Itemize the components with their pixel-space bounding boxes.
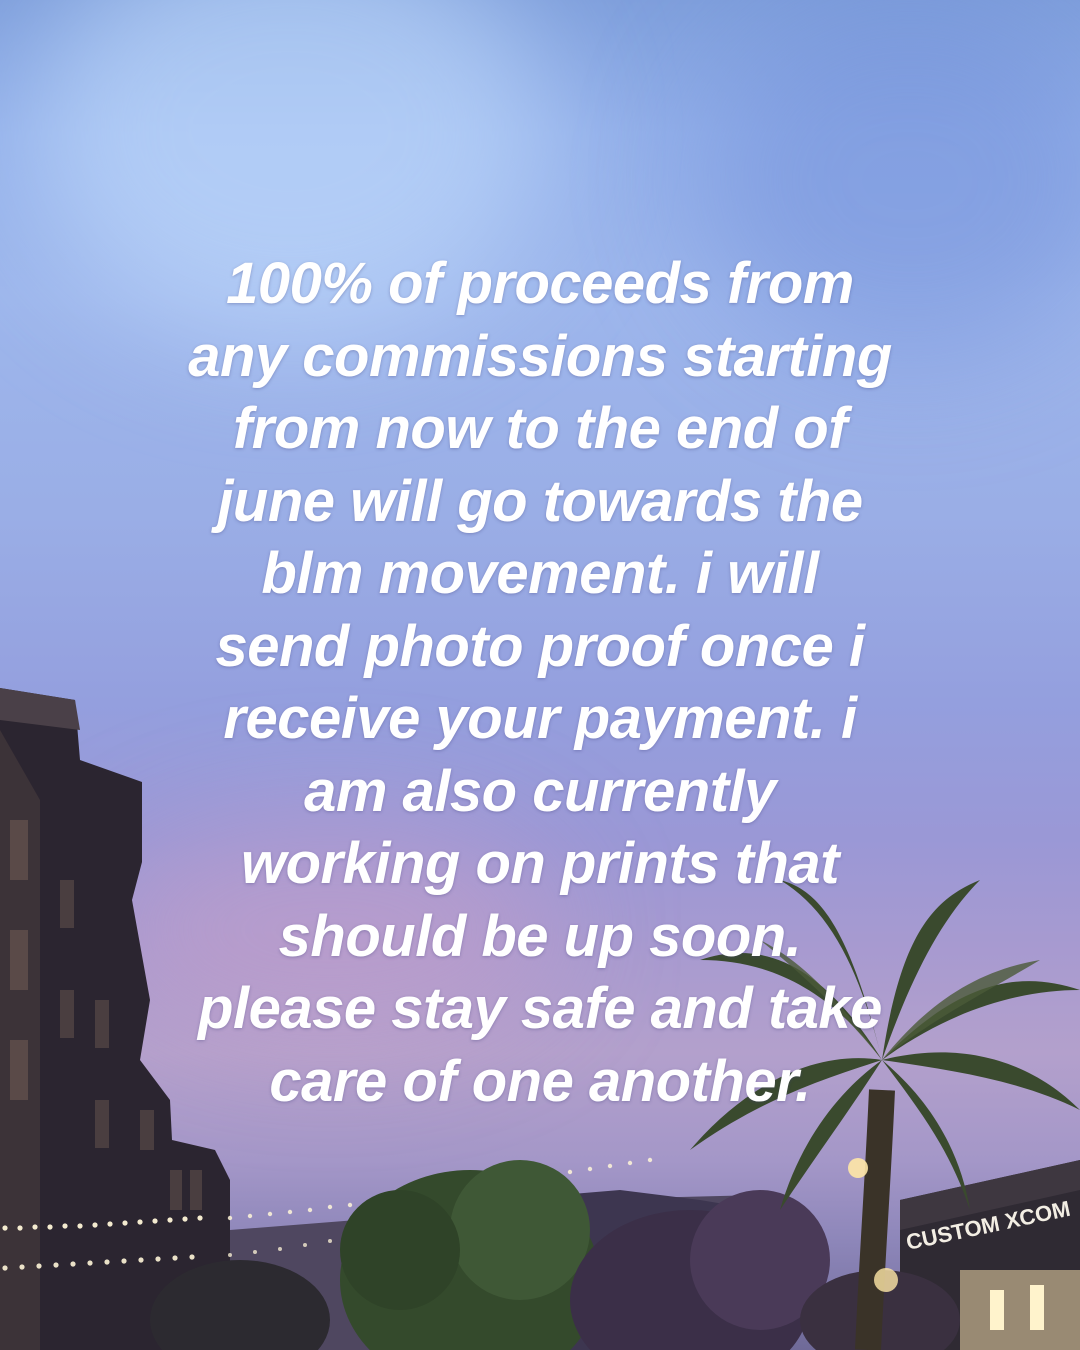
message-line: from now to the end of xyxy=(232,396,848,461)
message-line: care of one another. xyxy=(269,1048,811,1114)
proceeds-message: 100% of proceeds from any commissions st… xyxy=(180,248,900,1118)
background-photo: CUSTOM XCOM 100% of proceeds from any co… xyxy=(0,0,1080,1350)
message-line: receive your payment. i xyxy=(223,686,857,751)
message-line: any commissions starting xyxy=(188,323,892,389)
message-line: 100% of proceeds from xyxy=(226,251,854,316)
message-line: should be up soon. xyxy=(278,903,802,969)
message-line: blm movement. i will xyxy=(261,541,819,606)
message-line: send photo proof once i xyxy=(215,613,865,679)
message-line: working on prints that xyxy=(241,831,839,896)
message-line: june will go towards the xyxy=(217,468,863,534)
message-line: am also currently xyxy=(304,758,776,824)
message-line: please stay safe and take xyxy=(198,976,882,1041)
